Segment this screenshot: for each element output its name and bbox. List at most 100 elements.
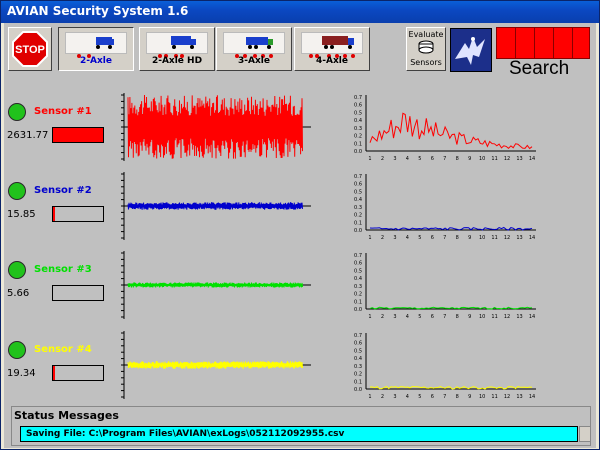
spectrum-x-tick-label: 10 <box>479 314 485 320</box>
vehicle-2-axle-button[interactable]: 2-Axle <box>58 27 134 71</box>
sensor-waveform-plot <box>121 331 311 399</box>
window-title: AVIAN Security System 1.6 <box>7 4 189 18</box>
spectrum-x-tick-label: 7 <box>443 314 446 320</box>
svg-text:STOP: STOP <box>15 44 45 56</box>
eagle-icon <box>455 37 485 65</box>
spectrum-y-tick-label: 0.5 <box>354 268 362 274</box>
spectrum-x-tick-label: 6 <box>431 314 434 320</box>
title-bar[interactable]: AVIAN Security System 1.6 <box>1 1 599 23</box>
spectrum-x-tick-label: 10 <box>479 235 485 241</box>
status-message: Saving File: C:\Program Files\AVIAN\exLo… <box>20 426 578 442</box>
vehicle-label: 2-Axle HD <box>151 56 203 66</box>
truck-icon-frame <box>301 32 363 54</box>
search-label: Search <box>509 58 570 79</box>
spectrum-x-tick-label: 9 <box>468 394 471 400</box>
sensor-level-fill <box>53 128 103 142</box>
vehicle-label: 4-Axle <box>316 56 348 66</box>
truck-icon <box>171 36 196 49</box>
spectrum-x-tick-label: 1 <box>368 156 371 162</box>
spectrum-y-tick-label: 0.7 <box>354 95 362 101</box>
spectrum-y-tick-label: 0.2 <box>354 134 362 140</box>
spectrum-y-tick-label: 0.4 <box>354 276 362 282</box>
spectrum-x-tick-label: 2 <box>381 314 384 320</box>
semi-truck-icon <box>322 36 354 49</box>
sensor-spectrum-plot: 0.70.60.50.40.30.20.10.01 2 3 4 5 6 7 8 9 10 11 12 1… <box>354 253 536 320</box>
spectrum-x-tick-label: 1 <box>368 235 371 241</box>
spectrum-x-tick-label: 11 <box>491 314 497 320</box>
spectrum-y-tick-label: 0.6 <box>354 182 362 188</box>
spectrum-y-tick-label: 0.0 <box>354 149 362 155</box>
spectrum-x-tick-label: 6 <box>431 235 434 241</box>
sensor-spectrum-plot: 0.70.60.50.40.30.20.10.01 2 3 4 5 6 7 8 9 10 11 12 1… <box>354 174 536 241</box>
waveform-series <box>127 202 303 210</box>
spectrum-x-tick-label: 1 <box>368 394 371 400</box>
spectrum-x-tick-label: 8 <box>456 235 459 241</box>
spectrum-x-tick-label: 6 <box>431 156 434 162</box>
evaluate-sensors-button[interactable]: Evaluate Sensors <box>406 27 446 71</box>
vehicle-2-axle-hd-button[interactable]: 2-Axle HD <box>139 27 215 71</box>
spectrum-x-tick-label: 14 <box>529 314 535 320</box>
sensor-spectrum-plot: 0.70.60.50.40.30.20.10.01 2 3 4 5 6 7 8 9 10 11 12 1… <box>354 333 536 400</box>
search-indicator <box>515 27 535 59</box>
waveform-series <box>127 361 303 369</box>
sensor-disk-icon <box>418 40 434 54</box>
sensor-label: Sensor #3 <box>34 264 92 275</box>
sensor-value: 2631.77 <box>7 130 49 141</box>
spectrum-x-tick-label: 8 <box>456 314 459 320</box>
spectrum-x-tick-label: 3 <box>393 235 396 241</box>
sensor-value: 19.34 <box>7 368 36 379</box>
search-indicator <box>553 27 573 59</box>
spectrum-y-tick-label: 0.3 <box>354 364 362 370</box>
truck-icon-frame <box>65 32 127 54</box>
vehicle-4-axle-button[interactable]: 4-Axle <box>294 27 370 71</box>
spectrum-x-tick-label: 5 <box>418 156 421 162</box>
sensor-waveform-plot <box>121 251 311 319</box>
spectrum-y-tick-label: 0.7 <box>354 333 362 339</box>
spectrum-x-tick-label: 10 <box>479 394 485 400</box>
spectrum-x-tick-label: 4 <box>406 235 409 241</box>
spectrum-y-tick-label: 0.6 <box>354 341 362 347</box>
van-icon <box>96 37 114 49</box>
spectrum-x-tick-label: 11 <box>491 235 497 241</box>
spectrum-x-tick-label: 4 <box>406 314 409 320</box>
spectrum-y-tick-label: 0.5 <box>354 348 362 354</box>
truck-icon-frame <box>146 32 208 54</box>
stop-button[interactable]: STOP <box>8 27 52 71</box>
spectrum-x-tick-label: 3 <box>393 314 396 320</box>
spectrum-x-tick-label: 5 <box>418 394 421 400</box>
spectrum-x-tick-label: 12 <box>504 156 510 162</box>
sensors-label: Sensors <box>410 58 442 67</box>
spectrum-x-tick-label: 10 <box>479 156 485 162</box>
spectrum-x-tick-label: 3 <box>393 394 396 400</box>
spectrum-x-tick-label: 12 <box>504 235 510 241</box>
vehicle-3-axle-button[interactable]: 3-Axle <box>216 27 292 71</box>
spectrum-series <box>369 112 533 150</box>
spectrum-y-tick-label: 0.1 <box>354 379 362 385</box>
spectrum-x-tick-label: 8 <box>456 156 459 162</box>
search-indicator <box>572 27 590 59</box>
spectrum-x-tick-label: 13 <box>516 314 522 320</box>
truck-icon-frame <box>223 32 285 54</box>
spectrum-y-tick-label: 0.2 <box>354 372 362 378</box>
sensor-status-icon <box>8 103 26 121</box>
spectrum-x-tick-label: 2 <box>381 394 384 400</box>
spectrum-y-tick-label: 0.4 <box>354 118 362 124</box>
spectrum-x-tick-label: 3 <box>393 156 396 162</box>
sensor-level-bar <box>52 365 104 381</box>
spectrum-x-tick-label: 13 <box>516 156 522 162</box>
sensor-value: 5.66 <box>7 288 30 299</box>
status-scrollbar[interactable] <box>579 426 591 442</box>
sensor-level-bar <box>52 206 104 222</box>
waveform-series <box>127 94 303 159</box>
spectrum-x-tick-label: 13 <box>516 394 522 400</box>
spectrum-y-tick-label: 0.2 <box>354 292 362 298</box>
spectrum-x-tick-label: 5 <box>418 314 421 320</box>
search-indicator-row <box>496 27 590 59</box>
vehicle-label: 3-Axle <box>238 56 270 66</box>
spectrum-y-tick-label: 0.5 <box>354 189 362 195</box>
sensor-level-bar <box>52 127 104 143</box>
eagle-logo <box>450 28 492 72</box>
spectrum-y-tick-label: 0.6 <box>354 103 362 109</box>
spectrum-x-tick-label: 14 <box>529 156 535 162</box>
spectrum-y-tick-label: 0.0 <box>354 307 362 313</box>
